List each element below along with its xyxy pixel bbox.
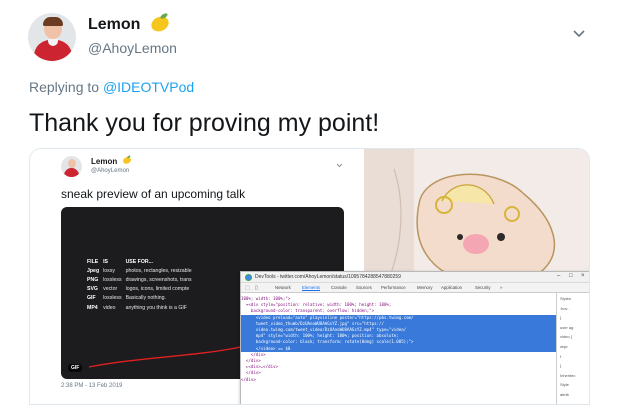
devtools-window: DevTools - twitter.com/AhoyLemon/status/… [240,271,589,404]
styles-pane-text: user ag [560,324,574,330]
avatar[interactable] [28,13,76,61]
embedded-author-handle: @AhoyLemon [91,168,130,174]
elements-dom-tree[interactable]: 100%; width: 100%;"> ▾<div style="positi… [241,293,556,404]
tab-performance[interactable]: Performance [381,285,406,290]
styles-pane-text: } [560,315,562,321]
reply-context: Replying to @IDEOTVPod [29,79,194,95]
devtools-title: DevTools - twitter.com/AhoyLemon/status/… [255,274,401,280]
styles-pane-text: Style [560,382,569,388]
chrome-icon [245,274,252,281]
tab-sources[interactable]: Sources [356,285,372,290]
gif-badge: GIF [68,364,83,372]
chevron-down-icon[interactable] [572,27,586,41]
embedded-chevron-down-icon [336,163,343,168]
tweet-text: Thank you for proving my point! [29,109,380,137]
embedded-timestamp: 2:38 PM - 13 Feb 2019 [61,383,123,389]
author-handle[interactable]: @AhoyLemon [88,40,177,56]
styles-pane-text: attrib [560,392,569,397]
reply-prefix: Replying to [29,79,103,95]
device-toolbar-icon[interactable]: ▯ [255,285,258,291]
styles-pane-text: } [560,363,562,369]
lemon-icon [151,13,169,32]
embedded-avatar [61,156,82,177]
embedded-lemon-icon [123,155,131,164]
tab-application[interactable]: Application [441,285,462,290]
tab-security[interactable]: Security [475,285,491,290]
devtools-tabbar: ⬚ ▯ Network Elements Console Sources Per… [241,283,589,301]
devtools-titlebar: DevTools - twitter.com/AhoyLemon/status/… [241,272,589,283]
dom-node-line[interactable]: </div> [241,377,556,383]
tweet: Lemon @AhoyLemon Replying to @IDEOTVPod … [0,0,617,405]
tweet-media[interactable]: Lemon @AhoyLemon sneak preview of an upc… [29,148,590,405]
minimize-icon[interactable]: – [557,273,560,279]
embedded-tweet-text: sneak preview of an upcoming talk [61,187,246,201]
styles-pane-text: Styles [560,296,571,301]
styles-pane-text: Inheritec [560,372,576,378]
tab-network[interactable]: Network [275,285,291,290]
author-name[interactable]: Lemon [88,16,140,34]
styles-pane: Styles :hov .} user ag video { obje f} Inherit… [556,293,589,404]
styles-pane-text: obje [560,344,568,349]
inspect-icon[interactable]: ⬚ [245,285,250,291]
styles-pane-text: f [560,353,562,359]
maximize-icon[interactable]: □ [569,273,573,279]
styles-pane-text: video { [560,334,573,340]
reply-mention-link[interactable]: @IDEOTVPod [103,79,194,95]
more-tabs-button[interactable]: » [500,285,502,290]
tab-elements[interactable]: Elements [302,285,320,291]
close-icon[interactable]: × [581,273,585,279]
embedded-author-name: Lemon [91,157,118,166]
tab-console[interactable]: Console [331,285,347,290]
tab-memory[interactable]: Memory [417,285,433,290]
styles-pane-text: :hov . [560,305,570,311]
